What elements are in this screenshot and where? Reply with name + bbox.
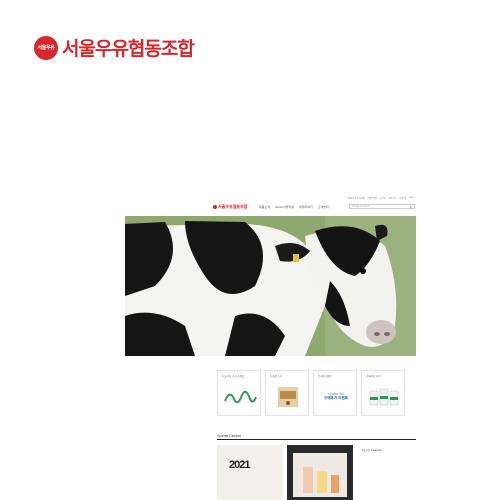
nav-item-milk-story[interactable]: 우유이야기 <box>299 205 313 209</box>
util-link-eng[interactable]: ENG <box>409 197 413 200</box>
search-icon[interactable]: ⚲ <box>410 205 412 209</box>
social-center-title: Social Center <box>217 433 242 438</box>
card-official-shop[interactable]: 서울우유 공식 쇼핑몰 <box>217 370 261 416</box>
util-link-mall[interactable]: 서울우유몰 <box>368 197 377 200</box>
nav-item-products[interactable]: 제품소개 <box>259 205 270 209</box>
product-cards: 서울우유 공식 쇼핑몰 신제품 소식 온라인 이벤트 나 100% 믿어 구매후… <box>217 370 405 416</box>
social-card-video[interactable] <box>287 445 353 500</box>
social-card-note: 서울우유 Instagram <box>361 449 383 452</box>
card-caption: 온라인 이벤트 <box>318 375 333 378</box>
brand-name: 서울우유협동조합 <box>62 39 195 60</box>
divider <box>217 439 416 440</box>
brand-mark-icon: 서울우유 <box>34 35 58 60</box>
social-card-year: 2021 <box>229 459 251 471</box>
milk-cartons-icon <box>369 388 399 406</box>
site-header: 서울우유협동조합 제품소개 About서울우유 우유이야기 고객센터 서울우유 … <box>125 195 416 216</box>
brand-logo[interactable]: 서울우유 서울우유협동조합 <box>34 34 195 61</box>
video-thumbnail-icon <box>293 453 347 497</box>
card-cafe-menu[interactable]: 카페메뉴 추천 <box>361 370 405 416</box>
event-banner-text: 구매후기 이벤트 <box>323 395 349 400</box>
util-link-shop[interactable]: 서울우유 공식 쇼핑몰 <box>347 197 365 200</box>
nav-item-customer-center[interactable]: 고객센터 <box>318 205 329 209</box>
hero-cow-image <box>125 216 416 356</box>
product-box-icon <box>278 387 298 407</box>
website-preview: 서울우유협동조합 제품소개 About서울우유 우유이야기 고객센터 서울우유 … <box>125 195 416 500</box>
search-placeholder: 검색어를 입력하세요 <box>352 206 370 208</box>
util-link-login[interactable]: 로그인 <box>380 197 386 200</box>
utility-links: 서울우유 공식 쇼핑몰 서울우유몰 로그인 회원가입 사이트맵 ENG <box>347 197 414 200</box>
util-link-sitemap[interactable]: 사이트맵 <box>399 197 406 200</box>
card-caption: 카페메뉴 추천 <box>366 375 381 378</box>
script-logo-icon <box>224 390 257 404</box>
card-new-products[interactable]: 신제품 소식 <box>265 370 309 416</box>
main-nav: 제품소개 About서울우유 우유이야기 고객센터 <box>259 205 329 209</box>
social-feed: 2021 서울우유 Instagram <box>217 445 416 500</box>
social-card-calendar[interactable]: 2021 <box>217 445 283 500</box>
nav-item-about[interactable]: About서울우유 <box>275 205 294 209</box>
card-caption: 서울우유 공식 쇼핑몰 <box>222 375 245 378</box>
social-card-instagram[interactable]: 서울우유 Instagram <box>357 445 416 500</box>
util-link-join[interactable]: 회원가입 <box>388 197 395 200</box>
cow-illustration <box>125 216 416 356</box>
site-logo-icon <box>213 205 217 209</box>
event-banner: 나 100% 믿어 구매후기 이벤트 <box>318 383 354 409</box>
site-logo[interactable]: 서울우유협동조합 <box>213 204 247 210</box>
search-input[interactable]: 검색어를 입력하세요 ⚲ <box>349 204 415 209</box>
card-caption: 신제품 소식 <box>270 375 283 378</box>
card-online-event[interactable]: 온라인 이벤트 나 100% 믿어 구매후기 이벤트 <box>313 370 357 416</box>
